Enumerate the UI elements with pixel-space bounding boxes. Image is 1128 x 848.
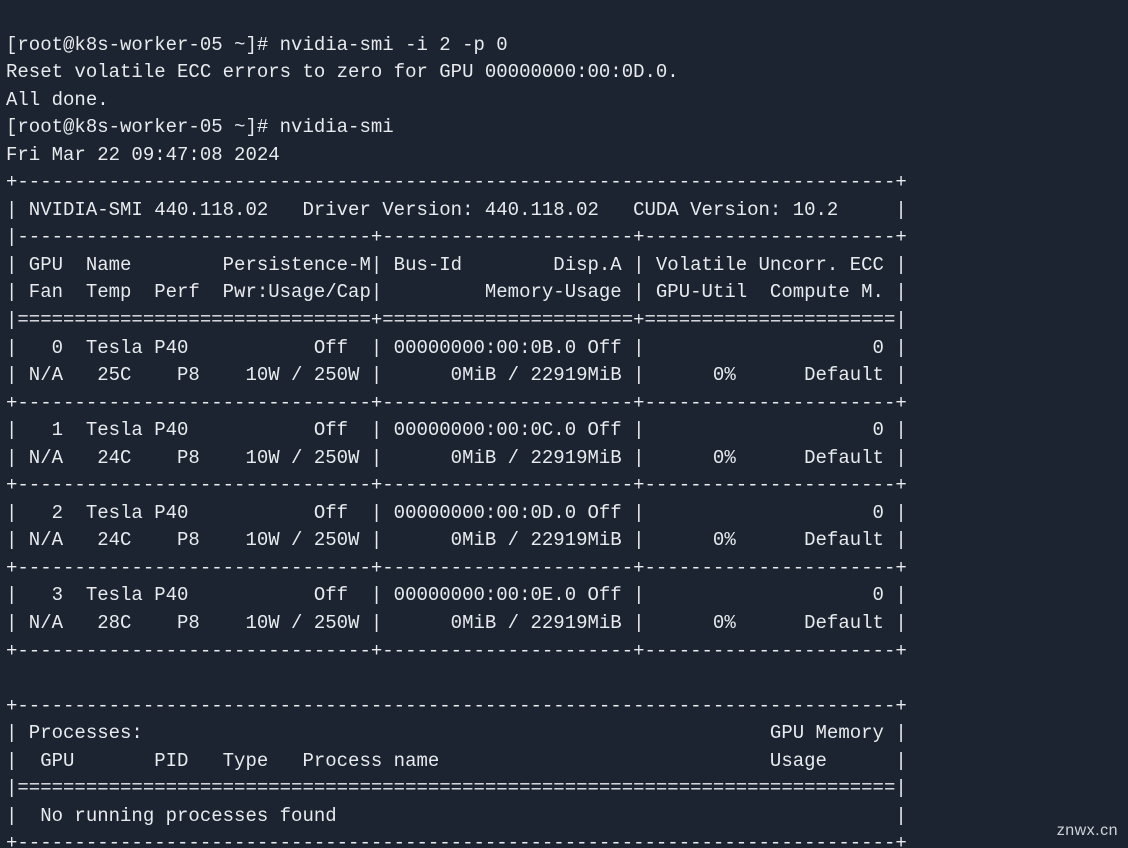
all-done-message: All done. [6,89,109,111]
gpu-row: | N/A 24C P8 10W / 250W | 0MiB / 22919Mi… [6,529,907,551]
gpu-row: | 3 Tesla P40 Off | 00000000:00:0E.0 Off… [6,584,907,606]
table-border: +-------------------------------+-------… [6,640,907,662]
terminal-output: [root@k8s-worker-05 ~]# nvidia-smi -i 2 … [0,0,1128,848]
table-border: |=======================================… [6,777,907,799]
table-border: |===============================+=======… [6,309,907,331]
table-border: +-------------------------------+-------… [6,557,907,579]
gpu-row: | 2 Tesla P40 Off | 00000000:00:0D.0 Off… [6,502,907,524]
table-border: |-------------------------------+-------… [6,226,907,248]
gpu-row: | N/A 24C P8 10W / 250W | 0MiB / 22919Mi… [6,447,907,469]
shell-prompt[interactable]: [root@k8s-worker-05 ~]# nvidia-smi -i 2 … [6,34,508,56]
table-header-row: | GPU Name Persistence-M| Bus-Id Disp.A … [6,254,907,276]
table-border: +---------------------------------------… [6,832,907,848]
watermark-text: znwx.cn [1057,819,1118,842]
gpu-row: | 0 Tesla P40 Off | 00000000:00:0B.0 Off… [6,337,907,359]
shell-prompt[interactable]: [root@k8s-worker-05 ~]# nvidia-smi [6,116,394,138]
table-border: +-------------------------------+-------… [6,474,907,496]
timestamp-line: Fri Mar 22 09:47:08 2024 [6,144,280,166]
ecc-reset-message: Reset volatile ECC errors to zero for GP… [6,61,679,83]
gpu-row: | 1 Tesla P40 Off | 00000000:00:0C.0 Off… [6,419,907,441]
smi-version-line: | NVIDIA-SMI 440.118.02 Driver Version: … [6,199,907,221]
table-header-row: | Fan Temp Perf Pwr:Usage/Cap| Memory-Us… [6,281,907,303]
gpu-row: | N/A 28C P8 10W / 250W | 0MiB / 22919Mi… [6,612,907,634]
table-border: +---------------------------------------… [6,695,907,717]
table-border: +-------------------------------+-------… [6,392,907,414]
processes-header: | Processes: GPU Memory | [6,722,907,744]
gpu-row: | N/A 25C P8 10W / 250W | 0MiB / 22919Mi… [6,364,907,386]
no-processes-row: | No running processes found | [6,805,907,827]
processes-header: | GPU PID Type Process name Usage | [6,750,907,772]
table-border: +---------------------------------------… [6,171,907,193]
